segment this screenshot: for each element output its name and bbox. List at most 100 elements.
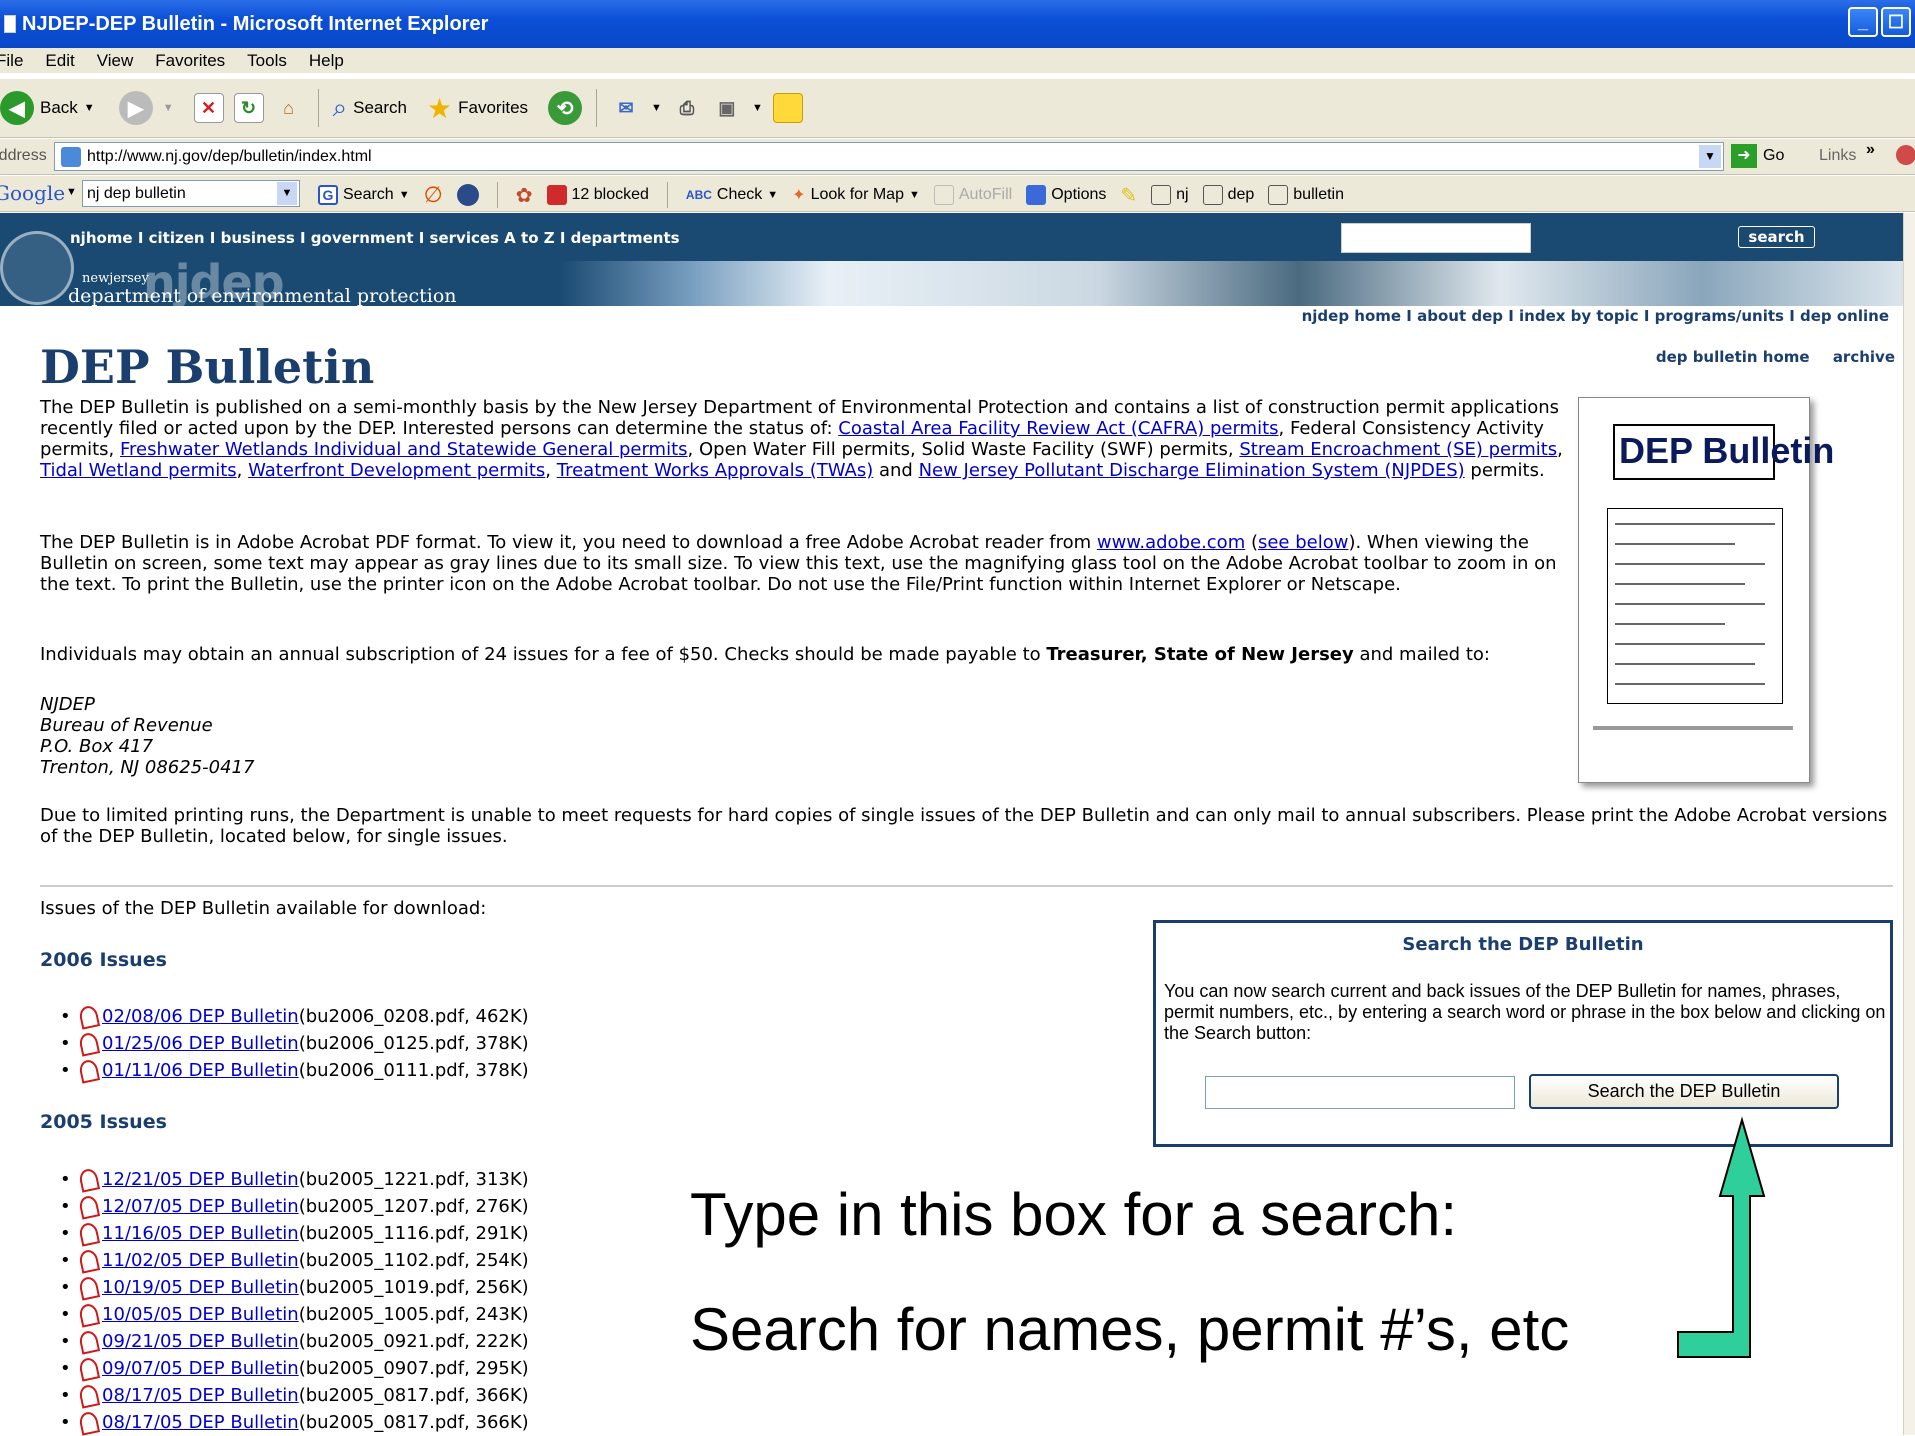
go-button[interactable]: ➜ Go — [1731, 144, 1784, 168]
address-line: NJDEP — [40, 694, 95, 715]
maximize-button[interactable]: ☐ — [1881, 7, 1911, 37]
favorites-button[interactable]: ★ Favorites — [427, 92, 528, 125]
see-below-link[interactable]: see below — [1258, 532, 1348, 553]
issue-link[interactable]: 08/17/05 DEP Bulletin — [102, 1382, 299, 1409]
issue-link[interactable]: 12/07/05 DEP Bulletin — [102, 1193, 299, 1220]
popup-icon[interactable]: ✿ — [516, 183, 533, 208]
forward-arrow-icon[interactable]: ▶ — [118, 91, 153, 125]
issue-link[interactable]: 10/19/05 DEP Bulletin — [102, 1274, 299, 1301]
issue-meta: (bu2005_1005.pdf, 243K) — [298, 1304, 529, 1325]
look-for-map-button[interactable]: ✦ Look for Map ▼ — [792, 185, 920, 205]
search-button[interactable]: ⌕ Search — [333, 92, 407, 124]
pdf-icon — [78, 1060, 98, 1082]
google-query-dropdown-icon[interactable]: ▼ — [277, 182, 297, 205]
menu-edit[interactable]: Edit — [45, 51, 74, 71]
home-icon[interactable]: ⌂ — [274, 93, 304, 123]
print-icon[interactable]: ⎙ — [672, 93, 702, 123]
bulletin-search-button[interactable]: Search the DEP Bulletin — [1529, 1074, 1839, 1109]
menu-tools[interactable]: Tools — [247, 51, 287, 71]
issue-link[interactable]: 10/05/05 DEP Bulletin — [102, 1301, 299, 1328]
intro-text: , Open Water Fill permits, Solid Waste F… — [687, 439, 1240, 460]
options-icon — [1026, 185, 1047, 205]
issue-link[interactable]: 01/25/06 DEP Bulletin — [102, 1030, 299, 1057]
menu-favorites[interactable]: Favorites — [155, 51, 225, 71]
address-dropdown-icon[interactable]: ▼ — [1699, 145, 1721, 168]
issue-link[interactable]: 09/07/05 DEP Bulletin — [102, 1355, 299, 1382]
check-dropdown-icon[interactable]: ▼ — [767, 189, 778, 201]
back-dropdown-icon[interactable]: ▼ — [84, 102, 95, 114]
adobe-link[interactable]: www.adobe.com — [1097, 532, 1245, 553]
stop-icon[interactable]: ✕ — [193, 93, 224, 123]
note-icon[interactable] — [772, 93, 803, 123]
google-logo[interactable]: Google — [0, 181, 65, 205]
state-nav[interactable]: njhome I citizen I business I government… — [70, 229, 680, 247]
options-button[interactable]: Options — [1026, 185, 1106, 205]
list-item: 12/07/05 DEP Bulletin (bu2005_1207.pdf, … — [78, 1193, 529, 1220]
search-word-dep[interactable]: dep — [1202, 185, 1254, 205]
issue-link[interactable]: 11/02/05 DEP Bulletin — [102, 1247, 299, 1274]
intro-text: permits. — [1464, 460, 1545, 481]
twa-link[interactable]: Treatment Works Approvals (TWAs) — [557, 460, 874, 481]
map-icon: ✦ — [792, 187, 806, 204]
issue-link[interactable]: 01/11/06 DEP Bulletin — [102, 1057, 299, 1084]
extension-icon[interactable] — [1896, 145, 1915, 165]
stream-encroachment-link[interactable]: Stream Encroachment (SE) permits — [1239, 439, 1557, 460]
edit-dropdown-icon[interactable]: ▼ — [752, 102, 763, 114]
forward-dropdown-icon[interactable]: ▼ — [163, 102, 174, 114]
google-logo-dropdown-icon[interactable]: ▼ — [66, 186, 77, 198]
thumbnail-line — [1615, 543, 1735, 545]
njpdes-link[interactable]: New Jersey Pollutant Discharge Eliminati… — [919, 460, 1465, 481]
refresh-icon[interactable]: ↻ — [233, 93, 264, 123]
menu-view[interactable]: View — [97, 51, 134, 71]
address-label: Address — [0, 147, 47, 164]
archive-link[interactable]: archive — [1833, 348, 1895, 366]
bulletin-cover-thumbnail[interactable]: DEP Bulletin — [1578, 397, 1834, 783]
popup-blocker[interactable]: 12 blocked — [546, 185, 649, 205]
map-dropdown-icon[interactable]: ▼ — [909, 189, 920, 201]
mail-dropdown-icon[interactable]: ▼ — [651, 102, 662, 114]
issue-link[interactable]: 12/21/05 DEP Bulletin — [102, 1166, 299, 1193]
pagerank-icon[interactable]: ∅ — [424, 182, 443, 208]
back-button[interactable]: ◀ Back ▼ — [0, 91, 95, 125]
cafra-link[interactable]: Coastal Area Facility Review Act (CAFRA)… — [838, 418, 1278, 439]
issue-link[interactable]: 08/17/05 DEP Bulletin — [102, 1409, 299, 1436]
edit-icon[interactable]: ▣ — [712, 93, 742, 123]
site-search-button[interactable]: search — [1738, 226, 1815, 248]
window-title: NJDEP-DEP Bulletin - Microsoft Internet … — [22, 12, 489, 35]
menu-file[interactable]: File — [0, 51, 23, 71]
find-word-icon — [1151, 185, 1172, 205]
list-item: 10/19/05 DEP Bulletin (bu2005_1019.pdf, … — [78, 1274, 529, 1301]
issue-link[interactable]: 09/21/05 DEP Bulletin — [102, 1328, 299, 1355]
google-search-dropdown-icon[interactable]: ▼ — [399, 189, 410, 201]
history-icon[interactable]: ⟲ — [548, 91, 583, 125]
highlighter-icon[interactable]: ✎ — [1120, 183, 1137, 208]
address-field[interactable]: http://www.nj.gov/dep/bulletin/index.htm… — [54, 142, 1724, 171]
minimize-button[interactable]: _ — [1848, 7, 1878, 37]
bulletin-home-link[interactable]: dep bulletin home — [1656, 348, 1810, 366]
issue-link[interactable]: 02/08/06 DEP Bulletin — [102, 1003, 299, 1030]
google-news-icon[interactable] — [456, 184, 479, 206]
waterfront-link[interactable]: Waterfront Development permits — [248, 460, 545, 481]
issue-meta: (bu2005_0907.pdf, 295K) — [298, 1358, 529, 1379]
issue-link[interactable]: 11/16/05 DEP Bulletin — [102, 1220, 299, 1247]
back-label: Back — [40, 98, 78, 117]
search-word-bulletin[interactable]: bulletin — [1268, 185, 1344, 205]
links-label[interactable]: Links — [1819, 147, 1856, 165]
arrow-shape — [1677, 1116, 1766, 1358]
thumbnail-title-text: DEP Bulletin — [1619, 430, 1835, 471]
menu-help[interactable]: Help — [309, 51, 344, 71]
search-word-nj[interactable]: nj — [1151, 185, 1189, 205]
links-chevron-icon[interactable]: » — [1866, 141, 1875, 159]
autofill-button[interactable]: AutoFill — [933, 185, 1012, 205]
freshwater-link[interactable]: Freshwater Wetlands Individual and State… — [120, 439, 688, 460]
google-search-input[interactable]: nj dep bulletin ▼ — [82, 180, 300, 207]
address-url: http://www.nj.gov/dep/bulletin/index.htm… — [87, 147, 372, 165]
dep-nav[interactable]: njdep home I about dep I index by topic … — [1302, 307, 1889, 325]
page-scrollbar[interactable] — [1903, 213, 1915, 1435]
spellcheck-button[interactable]: ABC Check ▼ — [686, 186, 778, 204]
tidal-wetland-link[interactable]: Tidal Wetland permits — [40, 460, 237, 481]
mail-icon[interactable]: ✉ — [611, 93, 641, 123]
bulletin-search-input[interactable] — [1205, 1076, 1515, 1109]
site-search-input[interactable] — [1341, 223, 1531, 253]
google-search-button[interactable]: G Search ▼ — [318, 185, 410, 205]
